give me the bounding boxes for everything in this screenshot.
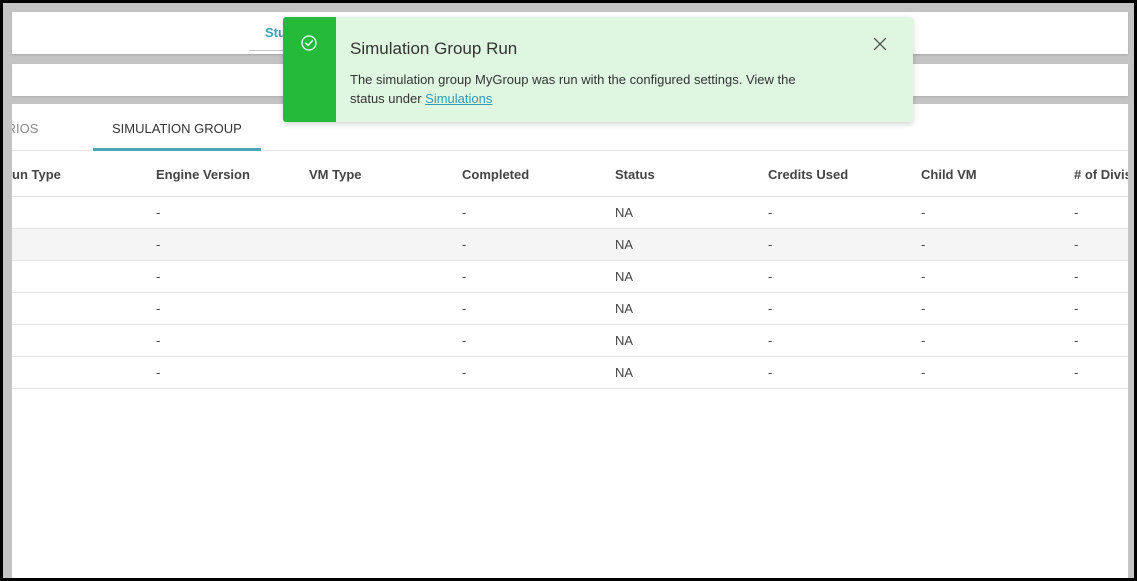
cell-child-vm: - [921, 260, 1074, 293]
cell-run-type [12, 356, 156, 389]
table-row[interactable]: - - NA - - - [12, 196, 1128, 229]
cell-status: NA [615, 356, 768, 389]
cell-vm-type [309, 292, 462, 325]
toast-message: The simulation group MyGroup was run wit… [350, 70, 830, 108]
cell-run-type [12, 292, 156, 325]
column-header-num-divisions[interactable]: # of Divis [1074, 153, 1128, 197]
tab-scenarios-label: ARIOS [12, 121, 39, 136]
cell-num-divisions: - [1074, 260, 1128, 293]
simulations-link[interactable]: Simulations [425, 91, 492, 106]
cell-credits-used: - [768, 292, 921, 325]
tab-simulation-group-label: SIMULATION GROUP [112, 121, 242, 136]
cell-completed: - [462, 196, 615, 229]
cell-num-divisions: - [1074, 292, 1128, 325]
cell-vm-type [309, 356, 462, 389]
cell-status: NA [615, 292, 768, 325]
cell-vm-type [309, 324, 462, 357]
toast-title: Simulation Group Run [350, 39, 518, 58]
cell-num-divisions: - [1074, 196, 1128, 229]
column-header-credits-used[interactable]: Credits Used [768, 153, 921, 197]
cell-credits-used: - [768, 228, 921, 261]
cell-vm-type [309, 196, 462, 229]
column-header-status[interactable]: Status [615, 153, 768, 197]
simulation-table: un Type Engine Version VM Type Completed… [12, 153, 1128, 389]
cell-completed: - [462, 324, 615, 357]
tab-simulation-group[interactable]: SIMULATION GROUP [93, 104, 261, 151]
cell-completed: - [462, 292, 615, 325]
toast-message-text: The simulation group MyGroup was run wit… [350, 72, 796, 106]
cell-status: NA [615, 260, 768, 293]
column-header-vm-type[interactable]: VM Type [309, 153, 462, 197]
tab-scenarios[interactable]: ARIOS [12, 104, 92, 150]
column-header-engine-version[interactable]: Engine Version [156, 153, 309, 197]
cell-engine-version: - [156, 292, 309, 325]
table-header-row: un Type Engine Version VM Type Completed… [12, 153, 1128, 197]
cell-child-vm: - [921, 324, 1074, 357]
cell-child-vm: - [921, 292, 1074, 325]
cell-vm-type [309, 260, 462, 293]
cell-engine-version: - [156, 260, 309, 293]
cell-credits-used: - [768, 196, 921, 229]
table-row[interactable]: - - NA - - - [12, 292, 1128, 325]
table-row[interactable]: - - NA - - - [12, 228, 1128, 261]
cell-status: NA [615, 228, 768, 261]
cell-status: NA [615, 324, 768, 357]
table-row[interactable]: - - NA - - - [12, 356, 1128, 389]
cell-engine-version: - [156, 324, 309, 357]
cell-child-vm: - [921, 228, 1074, 261]
cell-vm-type [309, 228, 462, 261]
cell-completed: - [462, 260, 615, 293]
cell-child-vm: - [921, 356, 1074, 389]
cell-engine-version: - [156, 356, 309, 389]
cell-child-vm: - [921, 196, 1074, 229]
cell-num-divisions: - [1074, 356, 1128, 389]
cell-run-type [12, 260, 156, 293]
cell-run-type [12, 324, 156, 357]
cell-credits-used: - [768, 260, 921, 293]
table-row[interactable]: - - NA - - - [12, 324, 1128, 357]
table-row[interactable]: - - NA - - - [12, 260, 1128, 293]
column-header-completed[interactable]: Completed [462, 153, 615, 197]
main-panel: ARIOS SIMULATION GROUP un Type Engine Ve… [12, 104, 1128, 578]
cell-completed: - [462, 228, 615, 261]
cell-run-type [12, 228, 156, 261]
close-icon[interactable] [872, 36, 888, 52]
cell-num-divisions: - [1074, 228, 1128, 261]
cell-completed: - [462, 356, 615, 389]
column-header-run-type[interactable]: un Type [12, 153, 156, 197]
cell-status: NA [615, 196, 768, 229]
cell-credits-used: - [768, 324, 921, 357]
toast-accent-bar [283, 17, 336, 122]
check-circle-icon [301, 35, 317, 51]
column-header-child-vm[interactable]: Child VM [921, 153, 1074, 197]
cell-engine-version: - [156, 196, 309, 229]
cell-num-divisions: - [1074, 324, 1128, 357]
cell-run-type [12, 196, 156, 229]
cell-engine-version: - [156, 228, 309, 261]
success-toast: Simulation Group Run The simulation grou… [283, 17, 913, 122]
cell-credits-used: - [768, 356, 921, 389]
